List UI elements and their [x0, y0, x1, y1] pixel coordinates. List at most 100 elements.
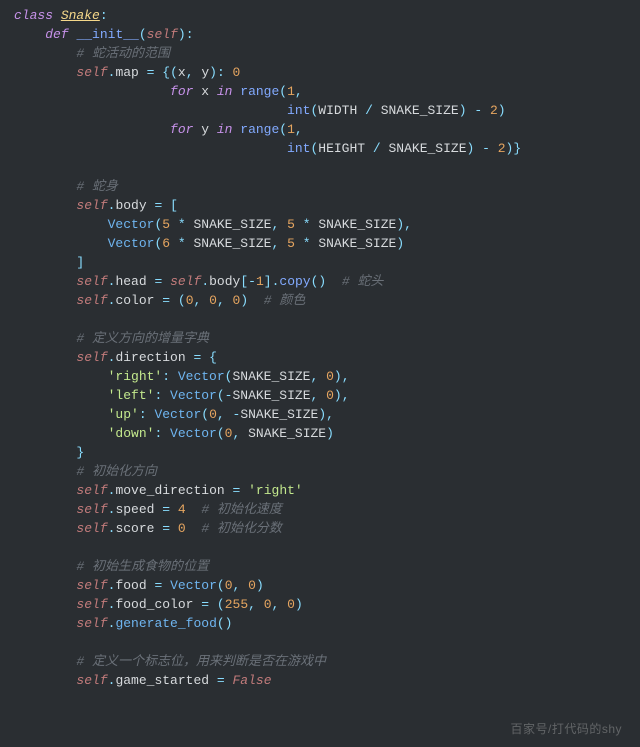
token-call: Vector — [170, 388, 217, 403]
token-self: self — [76, 65, 107, 80]
code-line: 'left': Vector(-SNAKE_SIZE, 0), — [14, 386, 632, 405]
token-func: copy — [279, 274, 310, 289]
token-cmt: # 初始生成食物的位置 — [76, 559, 209, 574]
code-line: self.food_color = (255, 0, 0) — [14, 595, 632, 614]
token-op: * — [170, 217, 193, 232]
token-pad — [14, 274, 76, 289]
token-str: 'right' — [248, 483, 303, 498]
token-punct: : — [100, 8, 108, 23]
token-attr: food — [115, 578, 154, 593]
token-call: Vector — [108, 236, 155, 251]
token-self: self — [76, 578, 107, 593]
token-attr: x — [178, 65, 186, 80]
token-kw: in — [209, 84, 240, 99]
token-num: 0 — [326, 388, 334, 403]
code-line: Vector(5 * SNAKE_SIZE, 5 * SNAKE_SIZE), — [14, 215, 632, 234]
token-attr: move_direction — [115, 483, 232, 498]
token-str: 'left' — [108, 388, 155, 403]
token-num: 4 — [178, 502, 186, 517]
token-kw: class — [14, 8, 61, 23]
token-punct: ( — [217, 597, 225, 612]
token-self: self — [76, 597, 107, 612]
token-pad — [14, 293, 76, 308]
token-punct: , — [295, 84, 303, 99]
token-attr: y — [201, 65, 209, 80]
token-punct: ( — [201, 407, 209, 422]
token-bool: False — [233, 673, 272, 688]
token-pad — [14, 255, 76, 270]
token-punct: ( — [217, 388, 225, 403]
token-attr: game_started — [115, 673, 216, 688]
token-num: 6 — [162, 236, 170, 251]
token-const: WIDTH — [318, 103, 357, 118]
token-self: self — [76, 521, 107, 536]
token-num: 0 — [248, 578, 256, 593]
token-punct: ), — [334, 388, 350, 403]
token-op: * — [170, 236, 193, 251]
token-const: SNAKE_SIZE — [388, 141, 466, 156]
token-num: 2 — [498, 141, 506, 156]
token-call: Vector — [154, 407, 201, 422]
token-punct: , — [272, 597, 288, 612]
token-punct: : — [154, 426, 170, 441]
token-punct: ( — [217, 578, 225, 593]
token-punct: ) — [498, 103, 506, 118]
token-func: range — [240, 122, 279, 137]
code-line: for x in range(1, — [14, 82, 632, 101]
token-self: self — [76, 274, 107, 289]
token-punct: [ — [170, 198, 178, 213]
code-line: # 初始生成食物的位置 — [14, 557, 632, 576]
token-pad — [14, 122, 170, 137]
token-self: self — [147, 27, 178, 42]
token-num: 0 — [209, 293, 217, 308]
token-attr: speed — [115, 502, 162, 517]
token-cmt: # 定义方向的增量字典 — [76, 331, 209, 346]
code-line: self.game_started = False — [14, 671, 632, 690]
token-cmt: # 初始化分数 — [201, 521, 282, 536]
code-line — [14, 538, 632, 557]
token-punct: () — [311, 274, 342, 289]
token-punct: . — [201, 274, 209, 289]
token-op: / — [357, 103, 380, 118]
token-punct: : — [154, 388, 170, 403]
code-line: def __init__(self): — [14, 25, 632, 44]
token-punct: ] — [76, 255, 84, 270]
token-pad — [14, 388, 108, 403]
token-op: * — [295, 217, 318, 232]
token-pad — [14, 445, 76, 460]
token-attr: y — [201, 122, 209, 137]
token-num: 0 — [209, 407, 217, 422]
token-num: 0 — [287, 597, 295, 612]
token-str: 'down' — [108, 426, 155, 441]
token-call: Vector — [108, 217, 155, 232]
token-pad — [14, 578, 76, 593]
token-punct: ( — [139, 27, 147, 42]
code-line: self.head = self.body[-1].copy() # 蛇头 — [14, 272, 632, 291]
token-num: 5 — [287, 236, 295, 251]
token-punct: , — [186, 65, 202, 80]
token-pad — [14, 616, 76, 631]
token-attr: direction — [115, 350, 193, 365]
token-num: 0 — [264, 597, 272, 612]
token-pad — [14, 65, 76, 80]
token-pad — [14, 521, 76, 536]
code-line — [14, 633, 632, 652]
token-pad — [14, 369, 108, 384]
token-self: self — [76, 483, 107, 498]
token-num: 0 — [186, 293, 194, 308]
token-op: - — [248, 274, 256, 289]
token-attr — [170, 293, 178, 308]
token-attr — [162, 578, 170, 593]
token-const: SNAKE_SIZE — [381, 103, 459, 118]
code-line — [14, 158, 632, 177]
token-num: 5 — [162, 217, 170, 232]
code-line: # 初始化方向 — [14, 462, 632, 481]
token-punct: , — [295, 122, 303, 137]
token-self: self — [76, 293, 107, 308]
token-attr — [170, 502, 178, 517]
code-line: self.speed = 4 # 初始化速度 — [14, 500, 632, 519]
token-punct: () — [217, 616, 233, 631]
token-const: SNAKE_SIZE — [318, 217, 396, 232]
token-num: 1 — [256, 274, 264, 289]
token-call: Vector — [178, 369, 225, 384]
